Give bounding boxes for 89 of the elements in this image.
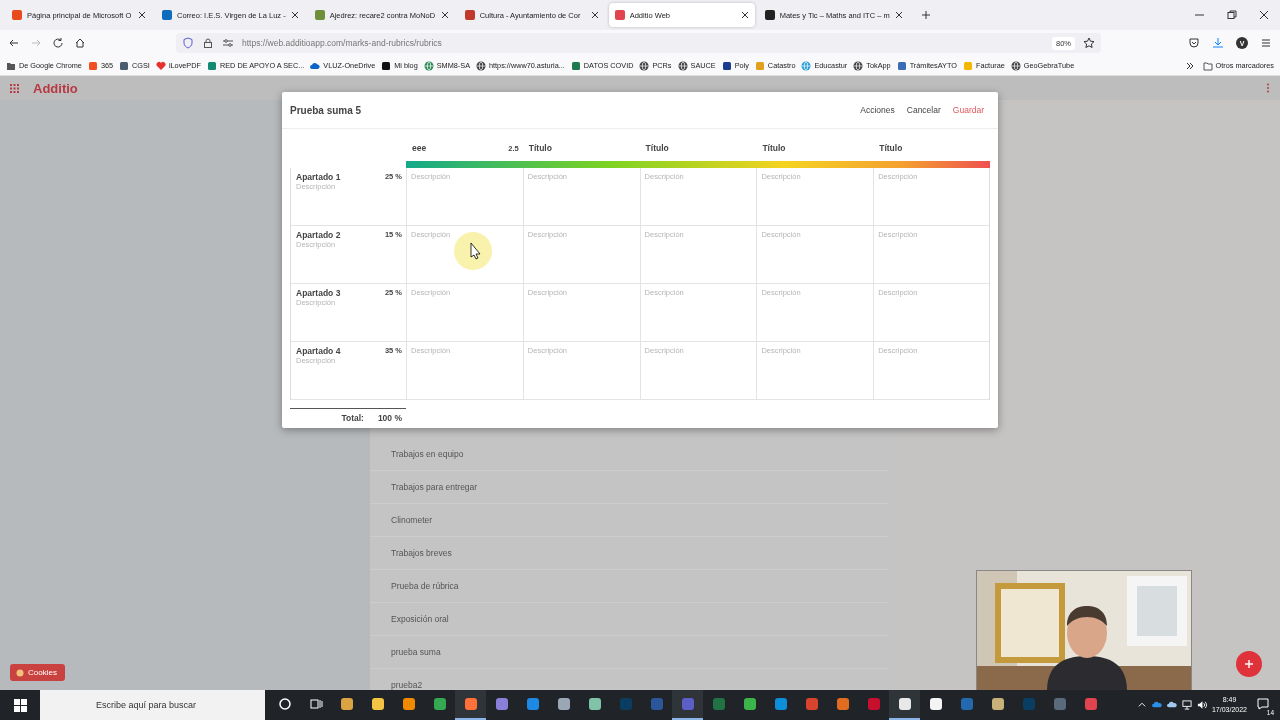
dialog-title: Prueba suma 5 (290, 104, 362, 116)
rubric-item[interactable]: Clinometer (370, 504, 888, 537)
notifications-icon[interactable] (1256, 697, 1270, 711)
app-icon[interactable] (339, 697, 354, 711)
cloud-icon[interactable] (1166, 700, 1177, 710)
volume-icon[interactable] (1196, 700, 1207, 710)
total-label: Total: (341, 413, 364, 423)
rubric-item[interactable]: Exposición oral (370, 603, 888, 636)
cloud-icon (310, 60, 321, 71)
rubric-item[interactable]: Prueba de rúbrica (370, 570, 888, 603)
app-icon[interactable] (928, 697, 943, 711)
app-icon[interactable] (897, 697, 912, 711)
site-icon (962, 60, 973, 71)
level-title: Título (879, 143, 903, 153)
folder-icon (1202, 60, 1213, 71)
site-icon (754, 60, 765, 71)
criterion-name: Apartado 2 (296, 230, 341, 240)
globe-icon (639, 60, 650, 71)
reload-icon[interactable] (52, 37, 64, 49)
level-title: eee (412, 143, 427, 153)
site-icon (87, 60, 98, 71)
total-value: 100 % (377, 413, 402, 423)
home-icon[interactable] (74, 37, 86, 49)
close-icon[interactable] (138, 11, 146, 19)
plus-icon (1244, 659, 1254, 669)
circle-icon[interactable] (277, 697, 292, 711)
rubric-item[interactable]: Trabajos para entregar (370, 471, 888, 504)
site-icon (896, 60, 907, 71)
app-icon[interactable] (556, 697, 571, 711)
level-title: Título (645, 143, 669, 153)
close-icon[interactable] (894, 11, 903, 19)
app-icon[interactable] (990, 697, 1005, 711)
save-link[interactable]: Guardar (952, 105, 984, 115)
download-icon[interactable] (1212, 37, 1224, 49)
cursor-icon (452, 230, 494, 272)
criterion-name: Apartado 4 (296, 346, 341, 356)
action-link[interactable]: Cancelar (906, 105, 941, 115)
site-icon (381, 60, 392, 71)
taskbar-button[interactable] (889, 690, 920, 720)
search-field[interactable]: Escribe aquí para buscar (40, 690, 265, 720)
criterion-name: Apartado 3 (296, 288, 341, 298)
cloud-icon[interactable] (1151, 700, 1162, 710)
close-icon[interactable] (290, 11, 299, 19)
folder-icon (6, 60, 16, 71)
site-icon (206, 60, 217, 71)
lock-icon[interactable] (202, 37, 214, 49)
globe-icon (677, 60, 688, 71)
heart-icon (155, 60, 166, 71)
apps-grid-icon[interactable] (10, 83, 19, 93)
globe-icon (853, 60, 864, 71)
action-link[interactable]: Acciones (860, 105, 895, 115)
criterion-name: Apartado 1 (296, 172, 341, 182)
app-icon[interactable] (742, 697, 757, 711)
rubric-item[interactable]: Trabajos en equipo (370, 438, 888, 471)
shield-icon[interactable] (182, 37, 194, 49)
rubric-item[interactable]: prueba suma (370, 636, 888, 669)
globe-icon (801, 60, 812, 71)
cookie-icon (16, 668, 24, 677)
site-icon (570, 60, 581, 71)
permissions-icon[interactable] (222, 37, 234, 49)
globe-icon (476, 60, 486, 71)
app-icon[interactable] (370, 697, 385, 711)
menu-icon[interactable] (1260, 37, 1272, 49)
more-icon[interactable] (1266, 83, 1270, 93)
pocket-icon[interactable] (1188, 37, 1200, 49)
chevron-up-icon[interactable] (1136, 700, 1147, 710)
close-icon[interactable] (440, 11, 449, 19)
level-title: Título (528, 143, 552, 153)
new-tab-icon[interactable] (920, 10, 931, 20)
close-icon[interactable] (740, 11, 749, 19)
level-title: Título (762, 143, 786, 153)
star-icon[interactable] (1083, 37, 1095, 49)
rubric-item[interactable]: Trabajos breves (370, 537, 888, 570)
taskbar-button[interactable] (672, 690, 703, 720)
globe-icon (1010, 60, 1021, 71)
app-logo: Additio (33, 80, 78, 96)
close-icon[interactable] (590, 11, 599, 19)
taskbar-button[interactable] (455, 690, 486, 720)
site-icon (721, 60, 732, 71)
network-icon[interactable] (1181, 700, 1192, 710)
task-view-icon[interactable] (308, 697, 323, 711)
back-icon[interactable] (8, 37, 20, 49)
chevrons-icon[interactable] (1184, 60, 1195, 71)
app-icon[interactable] (401, 697, 416, 711)
site-icon (119, 60, 130, 71)
windows-icon[interactable] (13, 698, 27, 712)
app-icon[interactable] (587, 697, 602, 711)
globe-icon (423, 60, 434, 71)
cookies-button[interactable]: Cookies (10, 664, 65, 681)
